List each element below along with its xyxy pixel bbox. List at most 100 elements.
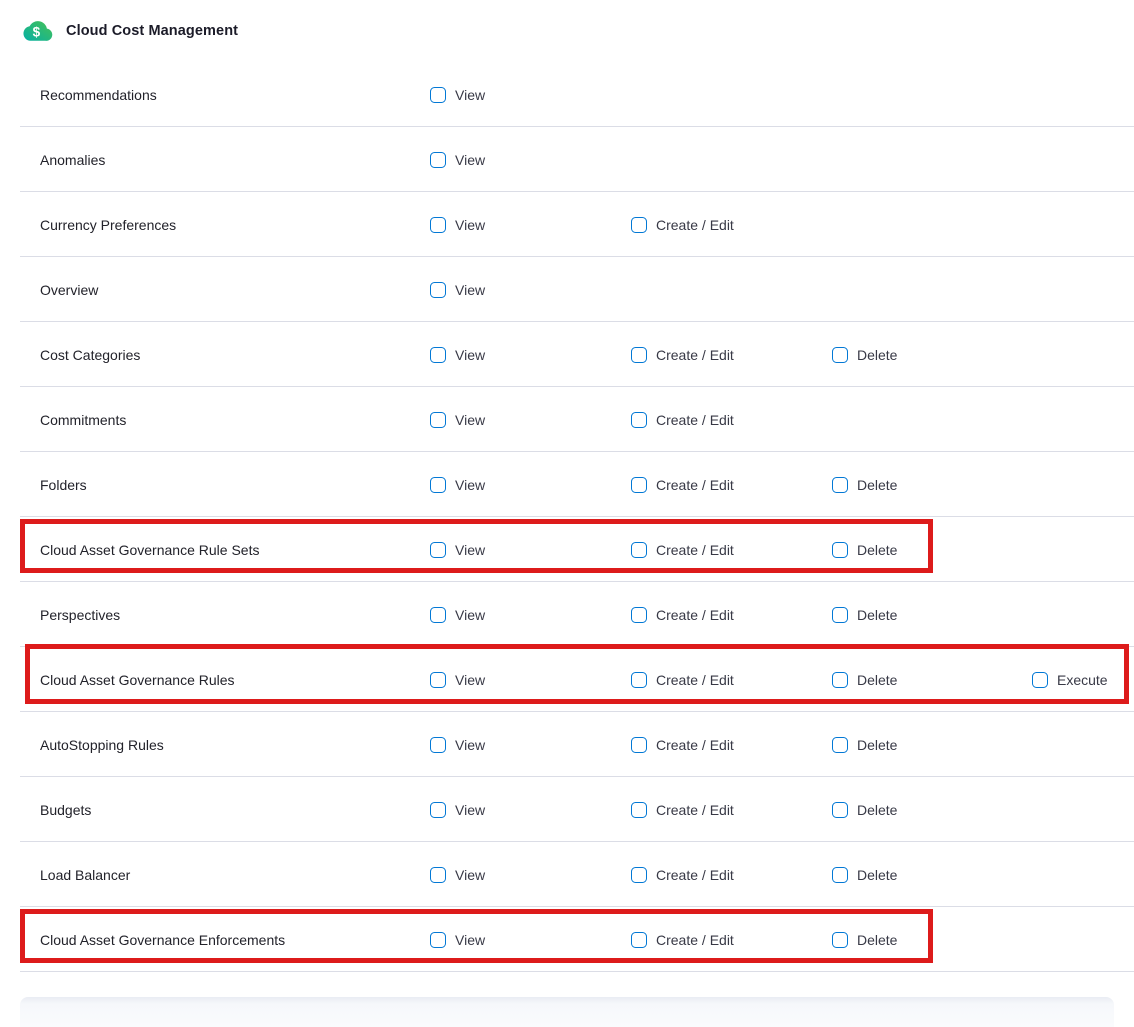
view-checkbox[interactable]: View [430, 607, 485, 623]
view-checkbox-label: View [455, 217, 485, 233]
view-checkbox-input[interactable] [430, 347, 446, 363]
view-checkbox-label: View [455, 607, 485, 623]
view-checkbox-label: View [455, 672, 485, 688]
resource-label: Budgets [40, 802, 91, 818]
view-checkbox-input[interactable] [430, 607, 446, 623]
delete-checkbox-label: Delete [857, 672, 897, 688]
view-checkbox[interactable]: View [430, 542, 485, 558]
execute-checkbox-input[interactable] [1032, 672, 1048, 688]
view-checkbox-input[interactable] [430, 477, 446, 493]
delete-checkbox[interactable]: Delete [832, 477, 897, 493]
view-checkbox-label: View [455, 477, 485, 493]
create-edit-checkbox[interactable]: Create / Edit [631, 477, 734, 493]
permission-row: Cloud Asset Governance Enforcements View… [0, 907, 1134, 972]
delete-checkbox[interactable]: Delete [832, 867, 897, 883]
create-edit-checkbox-input[interactable] [631, 932, 647, 948]
view-checkbox-input[interactable] [430, 932, 446, 948]
create-edit-checkbox[interactable]: Create / Edit [631, 217, 734, 233]
view-checkbox[interactable]: View [430, 802, 485, 818]
create-edit-checkbox[interactable]: Create / Edit [631, 867, 734, 883]
delete-checkbox-label: Delete [857, 477, 897, 493]
create-edit-checkbox[interactable]: Create / Edit [631, 802, 734, 818]
create-edit-checkbox-label: Create / Edit [656, 607, 734, 623]
resource-label: Cloud Asset Governance Rule Sets [40, 542, 259, 558]
view-checkbox[interactable]: View [430, 412, 485, 428]
execute-checkbox[interactable]: Execute [1032, 672, 1108, 688]
create-edit-checkbox-input[interactable] [631, 607, 647, 623]
view-checkbox-input[interactable] [430, 152, 446, 168]
view-checkbox-label: View [455, 542, 485, 558]
delete-checkbox-input[interactable] [832, 347, 848, 363]
permission-row: Load Balancer View Create / Edit Delete [0, 842, 1134, 907]
delete-checkbox[interactable]: Delete [832, 737, 897, 753]
resource-label: Perspectives [40, 607, 120, 623]
view-checkbox[interactable]: View [430, 737, 485, 753]
create-edit-checkbox-label: Create / Edit [656, 477, 734, 493]
create-edit-checkbox-input[interactable] [631, 542, 647, 558]
view-checkbox-input[interactable] [430, 282, 446, 298]
create-edit-checkbox[interactable]: Create / Edit [631, 412, 734, 428]
cloud-dollar-icon: $ [21, 18, 53, 45]
create-edit-checkbox-input[interactable] [631, 412, 647, 428]
create-edit-checkbox-input[interactable] [631, 737, 647, 753]
create-edit-checkbox[interactable]: Create / Edit [631, 737, 734, 753]
view-checkbox-label: View [455, 412, 485, 428]
delete-checkbox-label: Delete [857, 802, 897, 818]
delete-checkbox-input[interactable] [832, 802, 848, 818]
create-edit-checkbox[interactable]: Create / Edit [631, 672, 734, 688]
view-checkbox-input[interactable] [430, 802, 446, 818]
view-checkbox-input[interactable] [430, 217, 446, 233]
view-checkbox-input[interactable] [430, 412, 446, 428]
view-checkbox[interactable]: View [430, 347, 485, 363]
delete-checkbox-input[interactable] [832, 867, 848, 883]
view-checkbox[interactable]: View [430, 282, 485, 298]
resource-label: Commitments [40, 412, 126, 428]
view-checkbox[interactable]: View [430, 867, 485, 883]
view-checkbox-input[interactable] [430, 542, 446, 558]
delete-checkbox-label: Delete [857, 607, 897, 623]
create-edit-checkbox-input[interactable] [631, 802, 647, 818]
view-checkbox-input[interactable] [430, 87, 446, 103]
view-checkbox[interactable]: View [430, 477, 485, 493]
create-edit-checkbox[interactable]: Create / Edit [631, 607, 734, 623]
delete-checkbox[interactable]: Delete [832, 607, 897, 623]
permission-row: Currency Preferences View Create / Edit [0, 192, 1134, 257]
delete-checkbox-input[interactable] [832, 607, 848, 623]
create-edit-checkbox-input[interactable] [631, 672, 647, 688]
delete-checkbox-label: Delete [857, 932, 897, 948]
create-edit-checkbox[interactable]: Create / Edit [631, 932, 734, 948]
create-edit-checkbox-input[interactable] [631, 477, 647, 493]
delete-checkbox[interactable]: Delete [832, 542, 897, 558]
view-checkbox-input[interactable] [430, 672, 446, 688]
create-edit-checkbox[interactable]: Create / Edit [631, 542, 734, 558]
view-checkbox[interactable]: View [430, 672, 485, 688]
delete-checkbox[interactable]: Delete [832, 802, 897, 818]
permission-row: Cost Categories View Create / Edit Delet… [0, 322, 1134, 387]
create-edit-checkbox-input[interactable] [631, 867, 647, 883]
delete-checkbox[interactable]: Delete [832, 347, 897, 363]
view-checkbox[interactable]: View [430, 217, 485, 233]
permissions-list: Recommendations View Anomalies View Curr… [0, 62, 1134, 972]
view-checkbox[interactable]: View [430, 152, 485, 168]
resource-label: Folders [40, 477, 87, 493]
next-section-strip [20, 997, 1114, 1027]
delete-checkbox-input[interactable] [832, 737, 848, 753]
delete-checkbox-input[interactable] [832, 932, 848, 948]
delete-checkbox[interactable]: Delete [832, 672, 897, 688]
create-edit-checkbox-input[interactable] [631, 347, 647, 363]
view-checkbox-input[interactable] [430, 737, 446, 753]
view-checkbox[interactable]: View [430, 87, 485, 103]
delete-checkbox-label: Delete [857, 347, 897, 363]
view-checkbox[interactable]: View [430, 932, 485, 948]
delete-checkbox-input[interactable] [832, 672, 848, 688]
delete-checkbox-input[interactable] [832, 542, 848, 558]
view-checkbox-input[interactable] [430, 867, 446, 883]
permission-row: Recommendations View [0, 62, 1134, 127]
create-edit-checkbox-input[interactable] [631, 217, 647, 233]
permission-row: Overview View [0, 257, 1134, 322]
delete-checkbox[interactable]: Delete [832, 932, 897, 948]
execute-checkbox-label: Execute [1057, 672, 1108, 688]
view-checkbox-label: View [455, 282, 485, 298]
delete-checkbox-input[interactable] [832, 477, 848, 493]
create-edit-checkbox[interactable]: Create / Edit [631, 347, 734, 363]
